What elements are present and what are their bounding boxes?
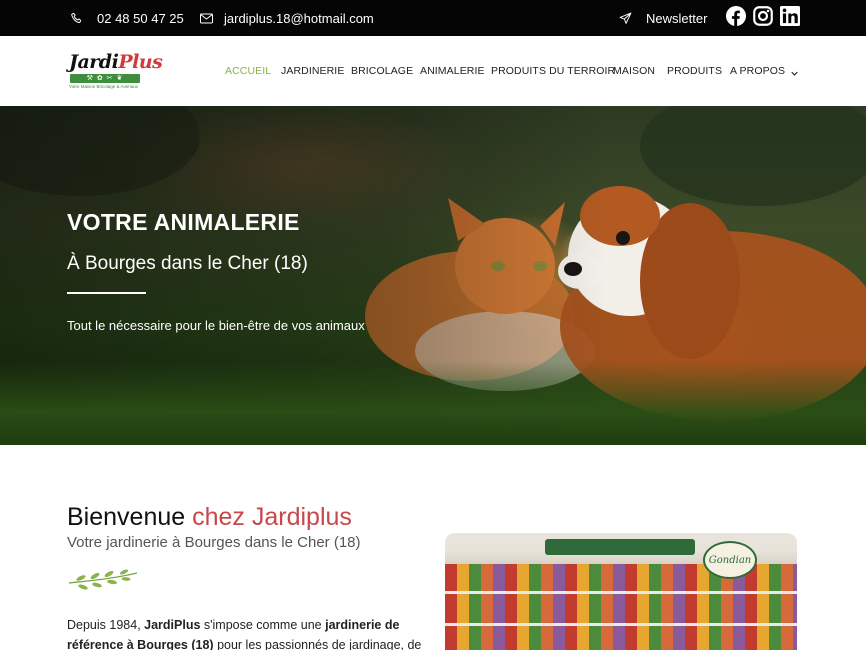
logo-tools-band: ⚒ ✿ ✂ ❦ xyxy=(70,74,140,83)
linkedin-icon[interactable] xyxy=(780,6,800,26)
phone-icon xyxy=(70,12,83,25)
site-logo[interactable]: JardiPlus ⚒ ✿ ✂ ❦ Votre Maison Bricolage… xyxy=(69,51,163,91)
hero-text: Tout le nécessaire pour le bien-être de … xyxy=(67,318,365,333)
email-address: jardiplus.18@hotmail.com xyxy=(224,10,374,26)
nav-item-animalerie[interactable]: ANIMALERIE xyxy=(420,36,485,106)
nav-item-maison[interactable]: MAISON xyxy=(613,36,655,106)
store-shelves-photo: Gondian xyxy=(445,533,797,650)
site-header: JardiPlus ⚒ ✿ ✂ ❦ Votre Maison Bricolage… xyxy=(0,36,866,106)
instagram-icon[interactable] xyxy=(753,6,773,26)
nav-item-a-propos-label: A PROPOS xyxy=(730,65,786,77)
top-bar: 02 48 50 47 25 jardiplus.18@hotmail.com … xyxy=(0,0,866,36)
chevron-down-icon xyxy=(791,68,798,76)
hero-grass xyxy=(0,361,866,445)
nav-item-bricolage[interactable]: BRICOLAGE xyxy=(351,36,413,106)
welcome-subtitle: Votre jardinerie à Bourges dans le Cher … xyxy=(67,534,361,551)
nav-item-produits-du-terroir[interactable]: PRODUITS DU TERROIR xyxy=(491,36,615,106)
welcome-title: Bienvenue chez Jardiplus xyxy=(67,503,352,531)
nav-item-jardinerie[interactable]: JARDINERIE xyxy=(281,36,344,106)
logo-wordmark: JardiPlus xyxy=(69,51,163,73)
photo-banner xyxy=(545,539,695,555)
welcome-paragraph: Depuis 1984, JardiPlus s'impose comme un… xyxy=(67,618,422,650)
hero-banner: VOTRE ANIMALERIE À Bourges dans le Cher … xyxy=(0,106,866,445)
leaf-sprig-icon xyxy=(68,569,138,590)
phone-link[interactable]: 02 48 50 47 25 xyxy=(70,0,184,36)
paper-plane-icon xyxy=(619,12,632,25)
newsletter-label: Newsletter xyxy=(646,10,708,26)
hero-title: VOTRE ANIMALERIE xyxy=(67,209,300,235)
nav-item-produits[interactable]: PRODUITS xyxy=(667,36,722,106)
photo-sign: Gondian xyxy=(703,541,757,579)
facebook-icon[interactable] xyxy=(726,6,746,26)
envelope-icon xyxy=(200,13,213,24)
logo-tagline: Votre Maison Bricolage & Animaux xyxy=(69,84,139,89)
email-link[interactable]: jardiplus.18@hotmail.com xyxy=(200,0,374,36)
phone-number: 02 48 50 47 25 xyxy=(97,10,184,26)
nav-item-a-propos[interactable]: A PROPOS xyxy=(730,36,798,106)
hero-subtitle: À Bourges dans le Cher (18) xyxy=(67,253,308,274)
hero-divider xyxy=(67,292,146,294)
nav-item-accueil[interactable]: ACCUEIL xyxy=(225,36,271,106)
newsletter-link[interactable]: Newsletter xyxy=(619,0,707,36)
photo-shelf xyxy=(445,591,797,594)
photo-shelf xyxy=(445,623,797,626)
